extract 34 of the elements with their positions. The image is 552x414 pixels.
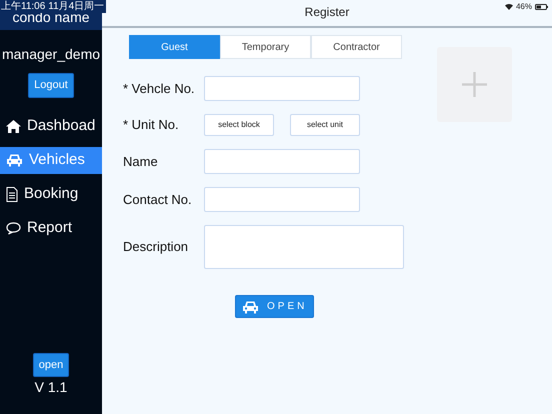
car-icon [242, 300, 259, 314]
input-field[interactable] [204, 76, 360, 101]
plus-icon [462, 72, 487, 97]
field-label: Contact No. [123, 190, 193, 209]
car-icon [6, 153, 23, 167]
sidebar-item[interactable]: Booking [0, 180, 102, 208]
input-field[interactable] [204, 187, 360, 212]
tab[interactable]: Guest [129, 35, 220, 59]
tab[interactable]: Contractor [311, 35, 402, 59]
select-button[interactable]: select block [204, 114, 274, 136]
wifi-icon [504, 3, 513, 10]
sidebar-item[interactable]: Vehicles [0, 146, 102, 174]
version-text: V 1.1 [34, 378, 68, 397]
username: manager_demo [2, 45, 100, 64]
field-label: * Vehcle No. [123, 80, 196, 98]
battery-percent: 46% [516, 1, 532, 13]
description-field[interactable] [204, 225, 404, 269]
input-field[interactable] [204, 149, 360, 174]
page-title: Register [304, 4, 350, 21]
sidebar-item[interactable]: Dashboad [0, 112, 102, 140]
field-label: * Unit No. [123, 116, 180, 134]
field-label: Name [123, 152, 159, 171]
tab[interactable]: Temporary [220, 35, 311, 59]
speech-bubble-icon [6, 222, 21, 234]
add-photo-button[interactable] [437, 47, 512, 122]
open-button[interactable]: open [32, 352, 70, 377]
house-icon [6, 120, 21, 132]
field-label: Description [123, 238, 190, 256]
document-icon [6, 186, 18, 202]
battery-icon [535, 4, 548, 10]
logout-button[interactable]: Logout [28, 73, 74, 98]
open-button[interactable]: OPEN [235, 295, 314, 318]
select-button[interactable]: select unit [290, 114, 360, 136]
sidebar-item[interactable]: Report [0, 214, 102, 242]
